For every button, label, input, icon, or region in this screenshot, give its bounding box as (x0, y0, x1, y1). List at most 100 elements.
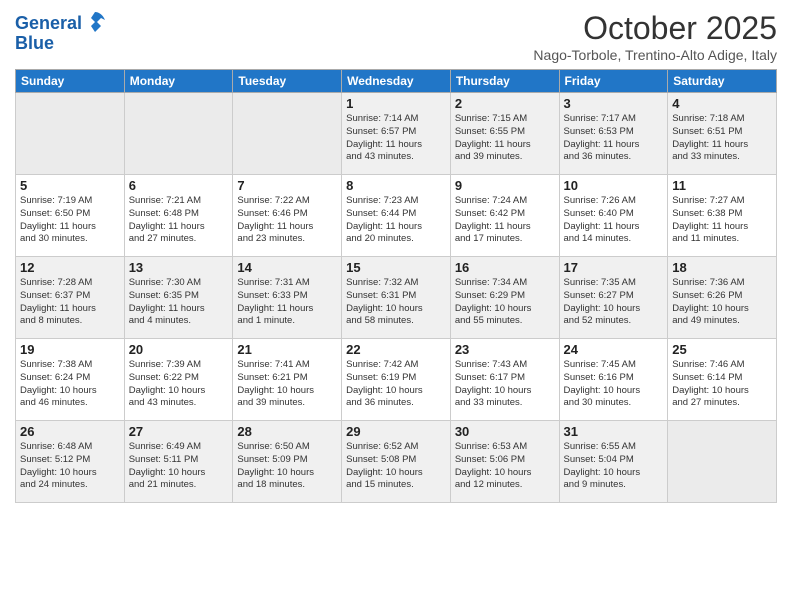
day-number: 25 (672, 342, 772, 357)
day-number: 16 (455, 260, 555, 275)
day-info: Sunrise: 7:35 AMSunset: 6:27 PMDaylight:… (564, 277, 664, 328)
table-row (124, 93, 233, 175)
month-title: October 2025 (533, 10, 777, 47)
day-info: Sunrise: 6:53 AMSunset: 5:06 PMDaylight:… (455, 441, 555, 492)
table-row: 24Sunrise: 7:45 AMSunset: 6:16 PMDayligh… (559, 339, 668, 421)
day-info: Sunrise: 7:27 AMSunset: 6:38 PMDaylight:… (672, 195, 772, 246)
day-number: 4 (672, 96, 772, 111)
table-row: 5Sunrise: 7:19 AMSunset: 6:50 PMDaylight… (16, 175, 125, 257)
table-row: 28Sunrise: 6:50 AMSunset: 5:09 PMDayligh… (233, 421, 342, 503)
col-thursday: Thursday (450, 70, 559, 93)
day-number: 23 (455, 342, 555, 357)
day-number: 10 (564, 178, 664, 193)
day-info: Sunrise: 6:49 AMSunset: 5:11 PMDaylight:… (129, 441, 229, 492)
day-number: 31 (564, 424, 664, 439)
table-row: 23Sunrise: 7:43 AMSunset: 6:17 PMDayligh… (450, 339, 559, 421)
day-number: 5 (20, 178, 120, 193)
page-header: General Blue October 2025 Nago-Torbole, … (15, 10, 777, 63)
table-row: 4 Sunrise: 7:18 AMSunset: 6:51 PMDaylight… (668, 93, 777, 175)
day-info: Sunrise: 7:41 AMSunset: 6:21 PMDaylight:… (237, 359, 337, 410)
logo: General Blue (15, 14, 107, 54)
table-row: 3Sunrise: 7:17 AMSunset: 6:53 PMDaylight… (559, 93, 668, 175)
table-row: 15 Sunrise: 7:32 AMSunset: 6:31 PMDayligh… (342, 257, 451, 339)
calendar-week-row: 12Sunrise: 7:28 AMSunset: 6:37 PMDayligh… (16, 257, 777, 339)
day-info: Sunrise: 7:17 AMSunset: 6:53 PMDaylight:… (564, 113, 664, 164)
table-row: 27 Sunrise: 6:49 AMSunset: 5:11 PMDayligh… (124, 421, 233, 503)
calendar-week-row: 19 Sunrise: 7:38 AMSunset: 6:24 PMDayligh… (16, 339, 777, 421)
day-info: Sunrise: 6:55 AMSunset: 5:04 PMDaylight:… (564, 441, 664, 492)
day-number: 17 (564, 260, 664, 275)
day-info: Sunrise: 7:14 AMSunset: 6:57 PMDaylight:… (346, 113, 446, 164)
table-row: 21 Sunrise: 7:41 AMSunset: 6:21 PMDayligh… (233, 339, 342, 421)
page-container: General Blue October 2025 Nago-Torbole, … (0, 0, 792, 612)
table-row: 12Sunrise: 7:28 AMSunset: 6:37 PMDayligh… (16, 257, 125, 339)
table-row: 31 Sunrise: 6:55 AMSunset: 5:04 PMDayligh… (559, 421, 668, 503)
day-number: 21 (237, 342, 337, 357)
day-number: 15 (346, 260, 446, 275)
day-info: Sunrise: 7:45 AMSunset: 6:16 PMDaylight:… (564, 359, 664, 410)
table-row: 16 Sunrise: 7:34 AMSunset: 6:29 PMDayligh… (450, 257, 559, 339)
table-row: 14 Sunrise: 7:31 AMSunset: 6:33 PMDayligh… (233, 257, 342, 339)
day-number: 14 (237, 260, 337, 275)
col-tuesday: Tuesday (233, 70, 342, 93)
table-row: 26 Sunrise: 6:48 AMSunset: 5:12 PMDayligh… (16, 421, 125, 503)
day-info: Sunrise: 7:39 AMSunset: 6:22 PMDaylight:… (129, 359, 229, 410)
table-row: 25 Sunrise: 7:46 AMSunset: 6:14 PMDayligh… (668, 339, 777, 421)
col-sunday: Sunday (16, 70, 125, 93)
table-row: 22Sunrise: 7:42 AMSunset: 6:19 PMDayligh… (342, 339, 451, 421)
day-info: Sunrise: 7:32 AMSunset: 6:31 PMDaylight:… (346, 277, 446, 328)
col-friday: Friday (559, 70, 668, 93)
logo-icon (83, 10, 107, 34)
table-row (16, 93, 125, 175)
day-info: Sunrise: 7:23 AMSunset: 6:44 PMDaylight:… (346, 195, 446, 246)
day-info: Sunrise: 7:46 AMSunset: 6:14 PMDaylight:… (672, 359, 772, 410)
day-number: 9 (455, 178, 555, 193)
table-row: 10 Sunrise: 7:26 AMSunset: 6:40 PMDayligh… (559, 175, 668, 257)
day-info: Sunrise: 7:34 AMSunset: 6:29 PMDaylight:… (455, 277, 555, 328)
calendar-header-row: Sunday Monday Tuesday Wednesday Thursday… (16, 70, 777, 93)
table-row: 7Sunrise: 7:22 AMSunset: 6:46 PMDaylight… (233, 175, 342, 257)
day-info: Sunrise: 6:50 AMSunset: 5:09 PMDaylight:… (237, 441, 337, 492)
table-row: 18 Sunrise: 7:36 AMSunset: 6:26 PMDayligh… (668, 257, 777, 339)
day-info: Sunrise: 7:15 AMSunset: 6:55 PMDaylight:… (455, 113, 555, 164)
day-info: Sunrise: 7:30 AMSunset: 6:35 PMDaylight:… (129, 277, 229, 328)
logo-text-blue: Blue (15, 33, 54, 53)
day-info: Sunrise: 7:28 AMSunset: 6:37 PMDaylight:… (20, 277, 120, 328)
table-row: 13 Sunrise: 7:30 AMSunset: 6:35 PMDayligh… (124, 257, 233, 339)
day-number: 22 (346, 342, 446, 357)
day-info: Sunrise: 6:48 AMSunset: 5:12 PMDaylight:… (20, 441, 120, 492)
day-number: 13 (129, 260, 229, 275)
calendar-week-row: 26 Sunrise: 6:48 AMSunset: 5:12 PMDayligh… (16, 421, 777, 503)
day-info: Sunrise: 7:38 AMSunset: 6:24 PMDaylight:… (20, 359, 120, 410)
day-number: 27 (129, 424, 229, 439)
day-number: 8 (346, 178, 446, 193)
day-number: 11 (672, 178, 772, 193)
table-row: 11 Sunrise: 7:27 AMSunset: 6:38 PMDayligh… (668, 175, 777, 257)
day-number: 1 (346, 96, 446, 111)
col-monday: Monday (124, 70, 233, 93)
day-info: Sunrise: 7:18 AMSunset: 6:51 PMDaylight:… (672, 113, 772, 164)
day-number: 18 (672, 260, 772, 275)
table-row (233, 93, 342, 175)
table-row: 17 Sunrise: 7:35 AMSunset: 6:27 PMDayligh… (559, 257, 668, 339)
day-number: 26 (20, 424, 120, 439)
day-info: Sunrise: 7:26 AMSunset: 6:40 PMDaylight:… (564, 195, 664, 246)
table-row: 20Sunrise: 7:39 AMSunset: 6:22 PMDayligh… (124, 339, 233, 421)
day-number: 19 (20, 342, 120, 357)
day-number: 2 (455, 96, 555, 111)
calendar-week-row: 5Sunrise: 7:19 AMSunset: 6:50 PMDaylight… (16, 175, 777, 257)
day-info: Sunrise: 7:24 AMSunset: 6:42 PMDaylight:… (455, 195, 555, 246)
location-title: Nago-Torbole, Trentino-Alto Adige, Italy (533, 47, 777, 63)
table-row: 30Sunrise: 6:53 AMSunset: 5:06 PMDayligh… (450, 421, 559, 503)
table-row: 29Sunrise: 6:52 AMSunset: 5:08 PMDayligh… (342, 421, 451, 503)
col-wednesday: Wednesday (342, 70, 451, 93)
table-row: 19 Sunrise: 7:38 AMSunset: 6:24 PMDayligh… (16, 339, 125, 421)
table-row: 6Sunrise: 7:21 AMSunset: 6:48 PMDaylight… (124, 175, 233, 257)
day-info: Sunrise: 7:31 AMSunset: 6:33 PMDaylight:… (237, 277, 337, 328)
day-info: Sunrise: 6:52 AMSunset: 5:08 PMDaylight:… (346, 441, 446, 492)
table-row (668, 421, 777, 503)
table-row: 8 Sunrise: 7:23 AMSunset: 6:44 PMDaylight… (342, 175, 451, 257)
col-saturday: Saturday (668, 70, 777, 93)
day-number: 7 (237, 178, 337, 193)
day-info: Sunrise: 7:36 AMSunset: 6:26 PMDaylight:… (672, 277, 772, 328)
